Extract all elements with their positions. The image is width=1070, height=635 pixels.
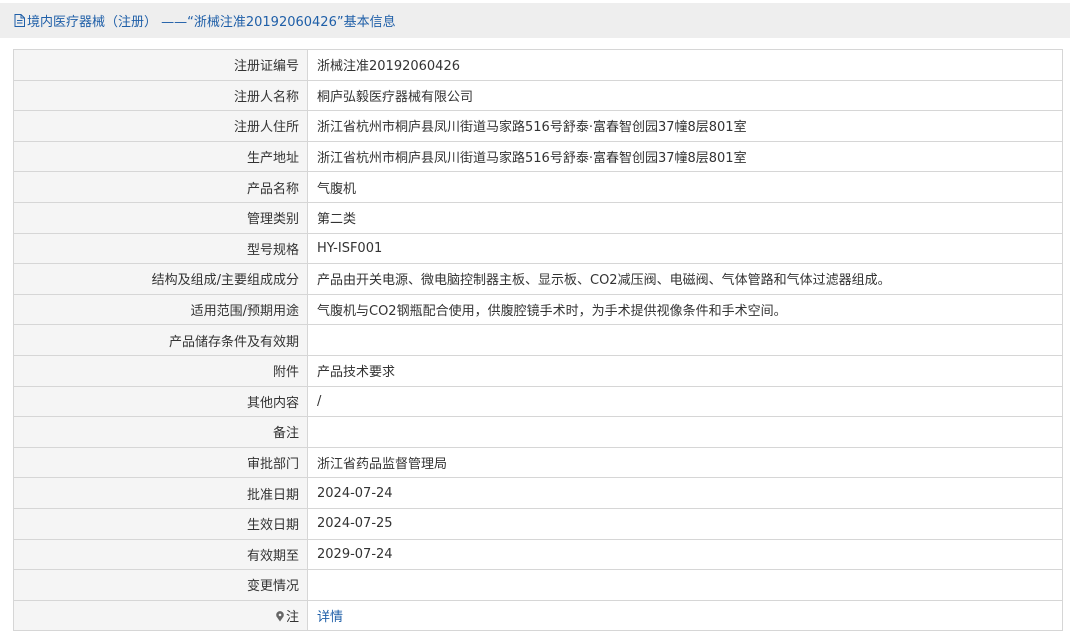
- pin-icon: [275, 611, 285, 622]
- field-value: /: [307, 385, 1063, 418]
- field-value: 桐庐弘毅医疗器械有限公司: [307, 79, 1063, 112]
- field-label: 批准日期: [13, 477, 308, 509]
- field-label: 注册人住所: [13, 110, 308, 142]
- info-table-body: 注册证编号 浙械注准20192060426 注册人名称 桐庐弘毅医疗器械有限公司 注册人…: [13, 49, 1063, 632]
- field-value: 气腹机与CO2钢瓶配合使用，供腹腔镜手术时，为手术提供视像条件和手术空间。: [307, 293, 1063, 326]
- page-title: 境内医疗器械（注册） ——“浙械注准20192060426”基本信息: [27, 15, 396, 30]
- field-value: 浙械注准20192060426: [307, 49, 1063, 81]
- field-label: 注册证编号: [13, 49, 308, 81]
- field-label: 变更情况: [13, 569, 308, 601]
- table-row: 备注: [13, 416, 1063, 448]
- page: 境内医疗器械（注册） ——“浙械注准20192060426”基本信息 注册证编号…: [0, 0, 1070, 635]
- field-value: 2024-07-24: [307, 477, 1063, 509]
- detail-link[interactable]: 详情: [317, 610, 343, 625]
- field-value: 2029-07-24: [307, 538, 1063, 571]
- field-label: 型号规格: [13, 232, 308, 265]
- table-row: 审批部门 浙江省药品监督管理局: [13, 446, 1063, 479]
- table-row: 生产地址 浙江省杭州市桐庐县凤川街道马家路516号舒泰·富春智创园37幢8层801…: [13, 140, 1063, 173]
- field-value: 2024-07-25: [307, 507, 1063, 540]
- field-label: 生产地址: [13, 140, 308, 173]
- field-label: 产品储存条件及有效期: [13, 324, 308, 356]
- field-label: 注册人名称: [13, 79, 308, 112]
- document-icon: [14, 14, 25, 27]
- field-label: 附件: [13, 354, 308, 387]
- table-row: 有效期至 2029-07-24: [13, 538, 1063, 571]
- field-value: 产品技术要求: [307, 354, 1063, 387]
- field-label: 其他内容: [13, 385, 308, 418]
- table-row: 注 详情: [13, 599, 1063, 632]
- field-value: 产品由开关电源、微电脑控制器主板、显示板、CO2减压阀、电磁阀、气体管路和气体过…: [307, 263, 1063, 295]
- field-value: 气腹机: [307, 171, 1063, 203]
- table-row: 注册证编号 浙械注准20192060426: [13, 49, 1063, 81]
- table-row: 适用范围/预期用途 气腹机与CO2钢瓶配合使用，供腹腔镜手术时，为手术提供视像条件…: [13, 293, 1063, 326]
- table-row: 产品储存条件及有效期: [13, 324, 1063, 356]
- field-label: 管理类别: [13, 201, 308, 234]
- field-label: 生效日期: [13, 507, 308, 540]
- table-row: 生效日期 2024-07-25: [13, 507, 1063, 540]
- table-row: 注册人住所 浙江省杭州市桐庐县凤川街道马家路516号舒泰·富春智创园37幢8层80…: [13, 110, 1063, 142]
- table-row: 附件 产品技术要求: [13, 354, 1063, 387]
- table-row: 注册人名称 桐庐弘毅医疗器械有限公司: [13, 79, 1063, 112]
- field-value: [307, 324, 1063, 356]
- field-label: 备注: [13, 416, 308, 448]
- table-row: 管理类别 第二类: [13, 201, 1063, 234]
- field-value: [307, 569, 1063, 601]
- info-table: 注册证编号 浙械注准20192060426 注册人名称 桐庐弘毅医疗器械有限公司 注册人…: [13, 49, 1063, 632]
- field-value: [307, 416, 1063, 448]
- field-value: 第二类: [307, 201, 1063, 234]
- field-value: 浙江省杭州市桐庐县凤川街道马家路516号舒泰·富春智创园37幢8层801室: [307, 140, 1063, 173]
- field-value: 浙江省杭州市桐庐县凤川街道马家路516号舒泰·富春智创园37幢8层801室: [307, 110, 1063, 142]
- field-value: HY-ISF001: [307, 232, 1063, 265]
- field-label: 结构及组成/主要组成成分: [13, 263, 308, 295]
- note-label: 注: [285, 609, 299, 625]
- field-label: 产品名称: [13, 171, 308, 203]
- table-row: 型号规格 HY-ISF001: [13, 232, 1063, 265]
- table-row: 批准日期 2024-07-24: [13, 477, 1063, 509]
- table-row: 变更情况: [13, 569, 1063, 601]
- field-label: 有效期至: [13, 538, 308, 571]
- field-value: 浙江省药品监督管理局: [307, 446, 1063, 479]
- page-header: 境内医疗器械（注册） ——“浙械注准20192060426”基本信息: [0, 3, 1070, 38]
- table-row: 结构及组成/主要组成成分 产品由开关电源、微电脑控制器主板、显示板、CO2减压阀、…: [13, 263, 1063, 295]
- note-label-cell: 注: [13, 599, 308, 632]
- table-row: 产品名称 气腹机: [13, 171, 1063, 203]
- field-label: 审批部门: [13, 446, 308, 479]
- table-row: 其他内容 /: [13, 385, 1063, 418]
- field-label: 适用范围/预期用途: [13, 293, 308, 326]
- note-value-cell: 详情: [307, 599, 1063, 632]
